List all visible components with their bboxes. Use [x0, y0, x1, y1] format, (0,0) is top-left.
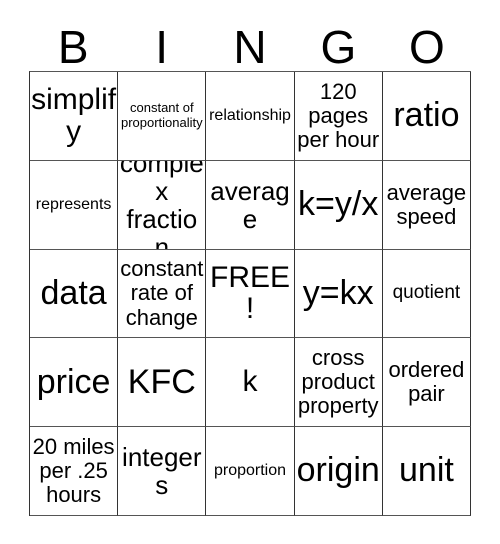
bingo-cell[interactable]: k	[206, 338, 295, 428]
bingo-cell-label: 120 pages per hour	[297, 78, 380, 152]
bingo-cell[interactable]: 20 miles per .25 hours	[30, 427, 119, 516]
bingo-cell[interactable]: origin	[294, 427, 383, 516]
header-letter-n: N	[233, 21, 267, 73]
bingo-cell[interactable]: constant rate of change	[118, 249, 207, 339]
bingo-cell-label: unit	[399, 451, 454, 490]
bingo-cell-label: price	[36, 362, 111, 401]
bingo-cell[interactable]: price	[30, 338, 119, 428]
bingo-cell-label: 20 miles per .25 hours	[32, 433, 115, 508]
bingo-card: B I N G O simplify constant of proportio…	[0, 0, 500, 544]
bingo-cell[interactable]: ordered pair	[382, 338, 472, 428]
bingo-cell-label: KFC	[127, 362, 196, 401]
bingo-row: represents complex fraction average k=y/…	[30, 160, 472, 250]
bingo-cell-label: average speed	[386, 179, 467, 229]
bingo-cell[interactable]: ratio	[382, 72, 472, 161]
bingo-cell-label: complex fraction	[119, 160, 204, 250]
bingo-free-label: FREE!	[210, 260, 291, 326]
header-letter-i: I	[155, 21, 168, 73]
bingo-cell-label: y=kx	[302, 273, 374, 312]
header-letter-g: G	[320, 21, 357, 73]
bingo-row: price KFC k cross product property order…	[30, 338, 472, 428]
bingo-cell[interactable]: 120 pages per hour	[294, 72, 383, 161]
header-letter-b: B	[57, 21, 89, 73]
bingo-cell-label: k=y/x	[298, 185, 379, 224]
bingo-cell[interactable]: proportion	[206, 427, 295, 516]
bingo-cell[interactable]: complex fraction	[118, 160, 207, 250]
bingo-cell[interactable]: cross product property	[294, 338, 383, 428]
bingo-row: 20 miles per .25 hours integers proporti…	[30, 427, 472, 516]
bingo-row: data constant rate of change FREE! y=kx …	[30, 249, 472, 339]
bingo-cell-label: origin	[296, 451, 380, 490]
bingo-cell[interactable]: integers	[118, 427, 207, 516]
bingo-cell-label: proportion	[213, 462, 287, 480]
bingo-cell[interactable]: data	[30, 249, 119, 339]
bingo-cell-label: ratio	[393, 96, 460, 135]
bingo-cell[interactable]: y=kx	[294, 249, 383, 339]
bingo-header-row: B I N G O	[29, 18, 471, 70]
bingo-cell-label: data	[40, 273, 107, 312]
header-letter-o: O	[408, 21, 445, 73]
bingo-cell-label: average	[210, 175, 290, 234]
bingo-cell-label: integers	[122, 442, 202, 501]
bingo-cell-label: ordered pair	[388, 357, 465, 407]
bingo-cell[interactable]: quotient	[382, 249, 472, 339]
bingo-cell-label: simplify	[31, 83, 117, 148]
bingo-cell[interactable]: simplify	[30, 72, 119, 161]
bingo-cell[interactable]: relationship	[206, 72, 295, 161]
bingo-cell-label: constant rate of change	[120, 256, 204, 330]
bingo-grid: simplify constant of proportionality rel…	[29, 71, 472, 516]
bingo-cell[interactable]: unit	[382, 427, 472, 516]
bingo-cell-label: quotient	[392, 282, 461, 304]
bingo-cell[interactable]: average	[206, 160, 295, 250]
bingo-cell-label: cross product property	[297, 345, 379, 419]
bingo-cell[interactable]: represents	[30, 160, 119, 250]
bingo-cell[interactable]: k=y/x	[294, 160, 383, 250]
bingo-cell-free[interactable]: FREE!	[206, 249, 295, 339]
bingo-cell-label: relationship	[209, 107, 291, 125]
bingo-row: simplify constant of proportionality rel…	[30, 72, 472, 161]
bingo-cell-label: represents	[35, 195, 112, 213]
bingo-cell[interactable]: constant of proportionality	[118, 72, 207, 161]
bingo-cell-label: k	[242, 365, 258, 399]
bingo-cell[interactable]: KFC	[118, 338, 207, 428]
bingo-cell-label: constant of proportionality	[120, 100, 203, 130]
bingo-cell[interactable]: average speed	[382, 160, 472, 250]
